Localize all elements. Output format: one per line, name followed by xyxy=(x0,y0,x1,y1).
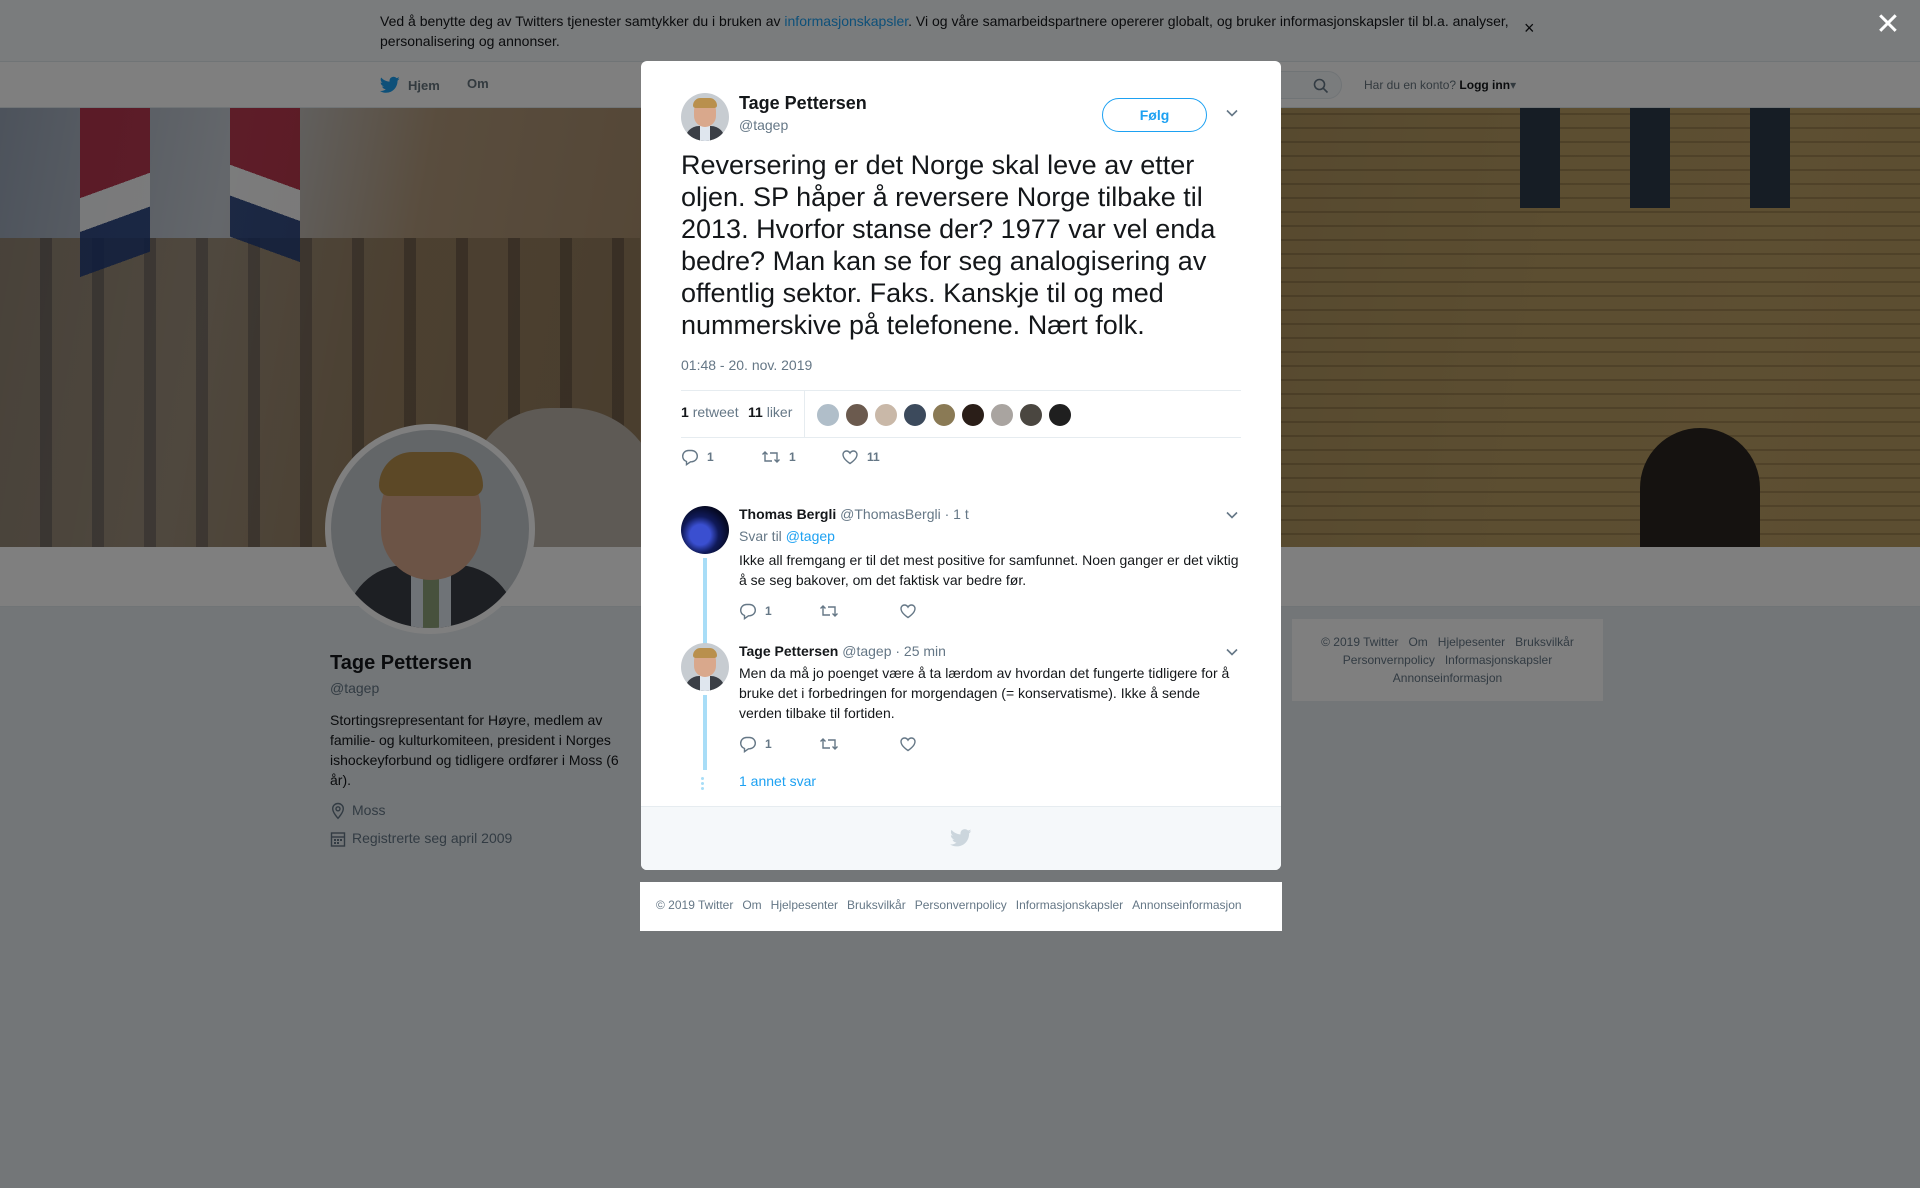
reply-button[interactable]: 1 xyxy=(739,602,819,620)
chevron-down-icon[interactable] xyxy=(1225,645,1239,659)
reply-button[interactable]: 1 xyxy=(739,735,819,753)
more-replies-link[interactable]: 1 annet svar xyxy=(739,773,816,789)
heart-icon xyxy=(900,737,916,752)
tweet-stats: 1 retweet 11 liker xyxy=(681,390,1241,438)
reply-count: 1 xyxy=(765,604,772,618)
liker-avatar[interactable] xyxy=(1048,403,1072,427)
tweet-author-handle[interactable]: @tagep xyxy=(739,117,788,133)
reply-author-name[interactable]: Tage Pettersen xyxy=(739,643,838,659)
likers-avatars xyxy=(816,403,1072,427)
like-button[interactable] xyxy=(899,735,979,753)
reply-icon xyxy=(739,603,757,620)
retweet-count-link[interactable]: 1 retweet xyxy=(681,404,739,420)
reply-actions: 1 xyxy=(739,735,1239,753)
tweet-text: Reversering er det Norge skal leve av et… xyxy=(681,150,1216,340)
footer-link-privacy[interactable]: Personvernpolicy xyxy=(915,898,1007,912)
thread-more-dots xyxy=(701,777,705,792)
liker-avatar[interactable] xyxy=(932,403,956,427)
reply-to-context: Svar til @tagep xyxy=(739,528,1239,544)
liker-avatar[interactable] xyxy=(961,403,985,427)
avatar-hair xyxy=(693,648,717,658)
footer-link-about[interactable]: Om xyxy=(742,898,761,912)
tweet-timestamp[interactable]: 01:48 - 20. nov. 2019 xyxy=(681,357,812,373)
avatar[interactable] xyxy=(681,643,729,691)
retweet-icon xyxy=(820,738,838,750)
bottom-footer: © 2019 Twitter Om Hjelpesenter Bruksvilkår P… xyxy=(640,882,1282,931)
heart-icon xyxy=(842,450,858,465)
footer-link-help[interactable]: Hjelpesenter xyxy=(771,898,838,912)
retweet-icon xyxy=(762,451,780,463)
reply-author-handle[interactable]: @ThomasBergli xyxy=(840,506,941,522)
thread-line xyxy=(703,558,707,648)
chevron-down-icon[interactable] xyxy=(1225,508,1239,522)
retweet-icon xyxy=(820,605,838,617)
like-button[interactable] xyxy=(899,602,979,620)
reply-to-handle[interactable]: @tagep xyxy=(786,528,835,544)
avatar-hair xyxy=(693,98,717,108)
reply-author-name[interactable]: Thomas Bergli xyxy=(739,506,836,522)
reply-body: Tage Pettersen @tagep · 25 min Men da må… xyxy=(739,643,1239,753)
liker-avatar[interactable] xyxy=(845,403,869,427)
reply-to-prefix: Svar til xyxy=(739,528,786,544)
footer-copyright: © 2019 Twitter xyxy=(656,898,734,912)
like-button[interactable]: 11 xyxy=(841,448,921,466)
reply-text: Ikke all fremgang er til det mest positi… xyxy=(739,552,1239,588)
retweet-button[interactable] xyxy=(819,602,899,620)
retweet-button[interactable] xyxy=(819,735,899,753)
tweet-author-name[interactable]: Tage Pettersen xyxy=(739,93,867,114)
follow-button[interactable]: Følg xyxy=(1102,98,1207,132)
thread-line xyxy=(703,695,707,770)
retweet-count: 1 xyxy=(681,404,689,420)
avatar[interactable] xyxy=(681,506,729,554)
reply-icon xyxy=(739,736,757,753)
like-count-link[interactable]: 11 liker xyxy=(748,404,792,420)
author-avatar[interactable] xyxy=(681,93,729,141)
liker-avatar[interactable] xyxy=(874,403,898,427)
chevron-down-icon[interactable] xyxy=(1225,106,1239,120)
retweet-button[interactable]: 1 xyxy=(761,448,841,466)
thread-dot xyxy=(701,787,704,790)
reply-button[interactable]: 1 xyxy=(681,448,761,466)
reply-time[interactable]: · 25 min xyxy=(895,643,946,659)
like-action-count: 11 xyxy=(867,450,880,464)
footer-link-terms[interactable]: Bruksvilkår xyxy=(847,898,906,912)
liker-avatar[interactable] xyxy=(990,403,1014,427)
like-label: liker xyxy=(766,404,793,420)
close-icon[interactable]: ✕ xyxy=(1873,10,1903,40)
retweet-label: retweet xyxy=(692,404,739,420)
twitter-bird-icon xyxy=(950,829,972,847)
reply-body: Thomas Bergli @ThomasBergli · 1 t Svar t… xyxy=(739,506,1239,620)
reply-header: Thomas Bergli @ThomasBergli · 1 t xyxy=(739,506,1239,522)
avatar-shirt xyxy=(700,676,710,691)
liker-avatar[interactable] xyxy=(1019,403,1043,427)
reply-header: Tage Pettersen @tagep · 25 min xyxy=(739,643,1239,659)
tweet-actions: 1 1 11 xyxy=(681,448,921,466)
modal-footer xyxy=(641,806,1281,870)
reply-time[interactable]: · 1 t xyxy=(945,506,969,522)
footer-link-ads-info[interactable]: Annonseinformasjon xyxy=(1132,898,1241,912)
tweet-modal: Tage Pettersen @tagep Følg Reversering e… xyxy=(641,61,1281,870)
reply-count: 1 xyxy=(707,450,714,464)
liker-avatar[interactable] xyxy=(816,403,840,427)
divider xyxy=(804,391,805,437)
footer-link-cookies[interactable]: Informasjonskapsler xyxy=(1016,898,1123,912)
reply-icon xyxy=(681,449,699,466)
thread-dot xyxy=(701,782,704,785)
liker-avatar[interactable] xyxy=(903,403,927,427)
retweet-action-count: 1 xyxy=(789,450,796,464)
reply-text: Men da må jo poenget være å ta lærdom av… xyxy=(739,665,1230,721)
like-count: 11 xyxy=(748,404,763,420)
reply-author-handle[interactable]: @tagep xyxy=(842,643,891,659)
heart-icon xyxy=(900,604,916,619)
reply-count: 1 xyxy=(765,737,772,751)
thread-dot xyxy=(701,777,704,780)
reply-actions: 1 xyxy=(739,602,1239,620)
avatar-shirt xyxy=(700,126,710,141)
